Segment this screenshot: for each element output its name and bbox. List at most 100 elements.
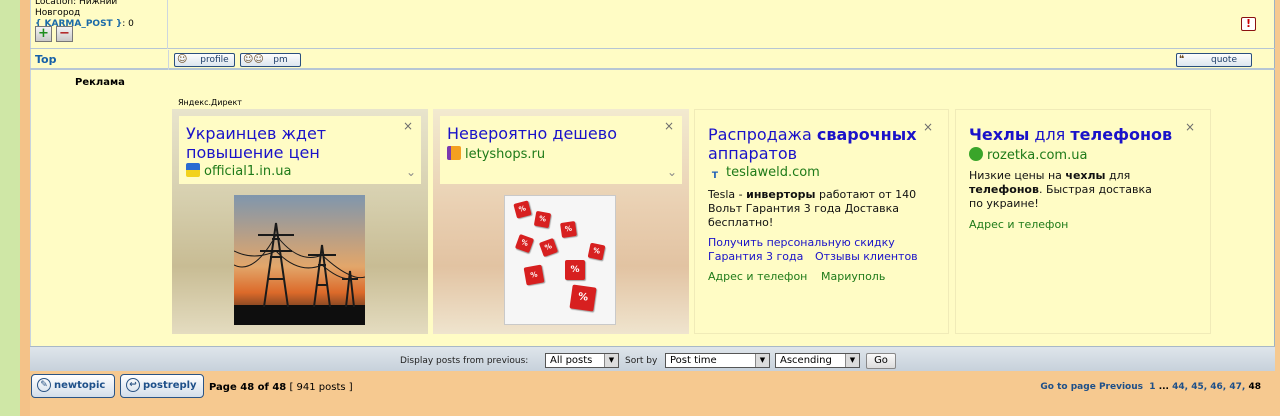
go-button[interactable]: Go xyxy=(866,353,896,369)
ads-section-title: Реклама xyxy=(75,77,125,88)
ad-headline[interactable]: Украинцев ждет повышение цен xyxy=(186,124,386,162)
post-reply-label: postreply xyxy=(143,380,197,391)
goto-page-label: Go to page xyxy=(1040,382,1096,392)
page-info: Page 48 of 48 [ 941 posts ] xyxy=(209,382,353,393)
column-divider xyxy=(168,50,169,70)
location-label: Location: Нижний xyxy=(35,0,118,7)
close-icon[interactable]: × xyxy=(923,120,933,134)
quote-button[interactable]: ❝ quote xyxy=(1176,53,1252,67)
ad-domain-text: teslaweld.com xyxy=(726,165,820,180)
dropdown-arrow-icon: ▼ xyxy=(604,354,618,367)
page-link-1[interactable]: 1 xyxy=(1149,382,1155,392)
tesla-logo-icon: T xyxy=(708,169,722,183)
ad-description: Низкие цены на чехлы для телефонов. Быстр… xyxy=(969,169,1204,211)
ads-provider-label[interactable]: Яндекс.Директ xyxy=(178,98,242,107)
ad-body-part: . Быстрая доставка xyxy=(1038,183,1152,196)
back-to-top-link[interactable]: Top xyxy=(35,53,56,66)
page-number-text: Page 48 of 48 xyxy=(209,382,287,393)
profile-button-label: profile xyxy=(200,55,229,65)
display-posts-label: Display posts from previous: xyxy=(400,356,529,366)
ad-description: Tesla - инверторы работают от 140 Вольт Г… xyxy=(708,188,943,230)
profile-button[interactable]: ☺ profile xyxy=(174,53,235,67)
previous-page-link[interactable]: Previous xyxy=(1099,382,1143,392)
display-options-bar: Display posts from previous: All posts ▼ … xyxy=(30,346,1275,371)
ad-card-2[interactable]: Невероятно дешево letyshops.ru × ⌄ % % %… xyxy=(433,109,689,334)
ad-body-line: по украине! xyxy=(969,197,1039,210)
die-icon: % xyxy=(538,237,559,258)
left-sidebar-edge xyxy=(20,0,30,416)
power-lines-illustration xyxy=(234,222,365,325)
ad-domain-text: rozetka.com.ua xyxy=(987,148,1088,163)
ad-domain[interactable]: letyshops.ru xyxy=(447,146,545,163)
ad-city-link[interactable]: Мариуполь xyxy=(821,270,885,283)
ad-sitelink-warranty[interactable]: Гарантия 3 года xyxy=(708,250,803,264)
karma-plus-button[interactable]: + xyxy=(35,26,52,42)
letyshops-logo-icon xyxy=(447,146,461,160)
sort-by-label: Sort by xyxy=(625,356,658,366)
ad-headline-bold: телефонов xyxy=(1070,125,1173,144)
post-reply-button[interactable]: ↩ postreply xyxy=(120,374,204,398)
die-icon: % xyxy=(523,264,545,286)
post-actions-row: Top ☺ profile ☺☺ pm ❝ quote xyxy=(30,50,1275,70)
die-icon: % xyxy=(533,210,552,229)
ad-domain[interactable]: rozetka.com.ua xyxy=(969,147,1087,164)
ad-body-part: для xyxy=(1105,169,1131,182)
ad-domain[interactable]: Tteslaweld.com xyxy=(708,165,820,183)
sort-order-select[interactable]: Ascending ▼ xyxy=(775,353,860,368)
chevron-down-icon[interactable]: ⌄ xyxy=(667,165,677,179)
new-topic-label: newtopic xyxy=(54,380,106,391)
karma-minus-button[interactable]: − xyxy=(56,26,73,42)
ad-headline[interactable]: Чехлы для телефонов xyxy=(969,125,1172,144)
discount-dice-image[interactable]: % % % % % % % % % xyxy=(504,195,616,325)
close-icon[interactable]: × xyxy=(403,119,413,133)
ad-body-part: работают от 140 xyxy=(815,188,917,201)
ad-sitelink-reviews[interactable]: Отзывы клиентов xyxy=(815,250,918,264)
ad-card-4[interactable]: Чехлы для телефонов rozetka.com.ua × Низ… xyxy=(955,109,1211,334)
dropdown-arrow-icon: ▼ xyxy=(845,354,859,367)
post-row: Location: Нижний Новгород { KARMA_POST }… xyxy=(30,0,1275,49)
ad-headline-line2: аппаратов xyxy=(708,144,798,163)
ad-headline-bold: Чехлы xyxy=(969,125,1030,144)
ad-domain-text: letyshops.ru xyxy=(465,147,546,162)
ad-body-bold: телефонов xyxy=(969,183,1039,196)
die-icon: % xyxy=(560,221,577,238)
display-period-select[interactable]: All posts ▼ xyxy=(545,353,619,368)
close-icon[interactable]: × xyxy=(1185,120,1195,134)
location-line2: Новгород xyxy=(35,8,81,18)
speech-bubble-icon: ❝ xyxy=(1179,54,1185,65)
pm-button-label: pm xyxy=(273,55,288,65)
ad-sitelink-discount[interactable]: Получить персональную скидку xyxy=(708,236,895,250)
ad-headline-part: Распродажа xyxy=(708,125,817,144)
ad-body-part: Низкие цены на xyxy=(969,169,1066,182)
close-icon[interactable]: × xyxy=(664,119,674,133)
chevron-down-icon[interactable]: ⌄ xyxy=(406,165,416,179)
ukraine-flag-icon xyxy=(186,163,200,177)
ad-headline[interactable]: Невероятно дешево xyxy=(447,124,617,143)
ad-address-link[interactable]: Адрес и телефон xyxy=(708,270,807,283)
pm-button[interactable]: ☺☺ pm xyxy=(240,53,301,67)
right-edge xyxy=(1275,0,1280,371)
karma-value: : 0 xyxy=(122,19,134,29)
die-icon: % xyxy=(565,260,585,280)
page-link-46[interactable]: 46, xyxy=(1210,382,1226,392)
karma-buttons: + − xyxy=(35,26,73,42)
ad-address-link[interactable]: Адрес и телефон xyxy=(969,218,1068,231)
ad-headline-bold: сварочных xyxy=(816,125,917,144)
ad-headline-part: для xyxy=(1029,125,1071,144)
ad-headline[interactable]: Распродажа сварочных аппаратов xyxy=(708,125,917,163)
ad-domain[interactable]: official1.in.ua xyxy=(186,163,291,180)
sort-key-select[interactable]: Post time ▼ xyxy=(665,353,770,368)
pagination: Go to page Previous 1 ... 44, 45, 46, 47… xyxy=(1040,382,1261,392)
page-link-44[interactable]: 44, xyxy=(1172,382,1188,392)
ad-body-line: Вольт Гарантия 3 года Доставка xyxy=(708,202,899,215)
new-topic-button[interactable]: ✎ newtopic xyxy=(31,374,115,398)
page-link-47[interactable]: 47, xyxy=(1229,382,1245,392)
ad-card-3[interactable]: Распродажа сварочных аппаратов Tteslaweld… xyxy=(694,109,949,334)
page-link-45[interactable]: 45, xyxy=(1191,382,1207,392)
ad-body-bold: инверторы xyxy=(746,188,816,201)
power-lines-image[interactable] xyxy=(234,195,365,325)
die-icon: % xyxy=(514,233,535,254)
pagination-ellipsis: ... xyxy=(1158,382,1169,392)
ad-card-1[interactable]: Украинцев ждет повышение цен official1.i… xyxy=(172,109,428,334)
report-post-icon[interactable]: ! xyxy=(1241,17,1256,31)
